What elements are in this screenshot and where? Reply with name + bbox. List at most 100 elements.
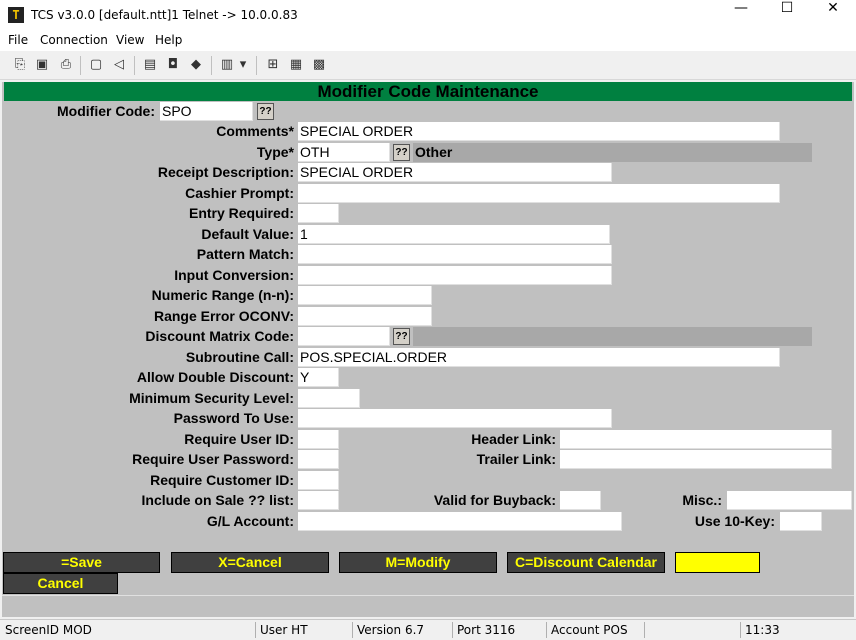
minimum-security-level-field[interactable]	[298, 389, 360, 408]
discount-calendar-button[interactable]: C=Discount Calendar	[507, 552, 665, 573]
menu-help[interactable]: Help	[155, 33, 182, 47]
sound-icon[interactable]: ◁	[110, 56, 128, 74]
require-customer-id-label: Require Customer ID:	[150, 472, 294, 488]
valid-for-buyback-field[interactable]	[560, 491, 601, 510]
print-icon[interactable]: ⎙	[57, 56, 75, 74]
pattern-match-label: Pattern Match:	[196, 246, 294, 262]
require-user-id-label: Require User ID:	[184, 431, 294, 447]
valid-for-buyback-label: Valid for Buyback:	[433, 492, 556, 508]
type-field[interactable]: OTH	[298, 143, 390, 162]
input-conversion-field[interactable]	[298, 266, 612, 285]
input-conversion-label: Input Conversion:	[174, 267, 294, 283]
maximize-button[interactable]: ☐	[764, 0, 810, 31]
allow-double-discount-label: Allow Double Discount:	[136, 369, 294, 385]
menu-connection[interactable]: Connection	[40, 33, 108, 47]
menu-bar: File Connection View Help	[0, 31, 856, 51]
type-description: Other	[413, 143, 812, 162]
status-divider	[740, 622, 741, 638]
status-divider	[255, 622, 256, 638]
modifier-code-lookup-button[interactable]: ??	[257, 103, 274, 120]
page-icon[interactable]: ▥	[218, 56, 236, 74]
type-label: Type*	[256, 144, 294, 160]
minimize-button[interactable]: —	[718, 0, 764, 31]
cancel-button[interactable]: Cancel	[3, 573, 118, 594]
require-customer-id-field[interactable]	[298, 471, 339, 490]
header-link-label: Header Link:	[471, 431, 556, 447]
book-icon[interactable]: ◆	[187, 56, 205, 74]
default-value-label: Default Value:	[201, 226, 294, 242]
chart-icon[interactable]: ▦	[287, 56, 305, 74]
entry-required-field[interactable]	[298, 204, 339, 223]
trailer-link-label: Trailer Link:	[476, 451, 556, 467]
discount-matrix-description	[413, 327, 812, 346]
window-title: TCS v3.0.0 [default.ntt]1 Telnet -> 10.0…	[31, 8, 298, 22]
toolbar-divider	[256, 56, 257, 75]
save-button[interactable]: =Save	[3, 552, 160, 573]
status-version: Version 6.7	[357, 623, 425, 637]
status-port: Port 3116	[457, 623, 516, 637]
page-title: Modifier Code Maintenance	[4, 82, 852, 101]
range-error-oconv-label: Range Error OCONV:	[153, 308, 294, 324]
entry-required-label: Entry Required:	[188, 205, 294, 221]
header-link-field[interactable]	[560, 430, 832, 449]
monitor-icon[interactable]: ◘	[164, 56, 182, 74]
status-divider	[644, 622, 645, 638]
status-bar: ScreenID MOD User HT Version 6.7 Port 31…	[0, 619, 856, 640]
numeric-range-label: Numeric Range (n-n):	[151, 287, 294, 303]
close-button[interactable]: ✕	[810, 0, 856, 31]
discount-matrix-code-label: Discount Matrix Code:	[145, 328, 294, 344]
menu-view[interactable]: View	[116, 33, 144, 47]
divider	[2, 595, 854, 596]
calculator-icon[interactable]: ▩	[310, 56, 328, 74]
range-error-oconv-field[interactable]	[298, 307, 432, 326]
require-user-password-label: Require User Password:	[132, 451, 294, 467]
status-screen-id: ScreenID MOD	[5, 623, 92, 637]
toolbar: ⎘ ▣ ⎙ ▢ ◁ ▤ ◘ ◆ ▥ ▾ ⊞ ▦ ▩	[0, 51, 856, 80]
numeric-range-field[interactable]	[298, 286, 432, 305]
status-divider	[452, 622, 453, 638]
comments-field[interactable]: SPECIAL ORDER	[298, 122, 780, 141]
pattern-match-field[interactable]	[298, 245, 612, 264]
cashier-prompt-field[interactable]	[298, 184, 780, 203]
require-user-id-field[interactable]	[298, 430, 339, 449]
allow-double-discount-field[interactable]: Y	[298, 368, 339, 387]
gl-account-field[interactable]	[298, 512, 622, 531]
modifier-code-field[interactable]: SPO	[160, 102, 253, 121]
subroutine-call-label: Subroutine Call:	[185, 349, 294, 365]
password-to-use-field[interactable]	[298, 409, 612, 428]
comments-label: Comments*	[216, 123, 294, 139]
toolbar-divider	[80, 56, 81, 75]
require-user-password-field[interactable]	[298, 450, 339, 469]
copy-icon[interactable]: ⎘	[11, 56, 29, 74]
toolbar-divider	[134, 56, 135, 75]
include-on-sale-label: Include on Sale ?? list:	[141, 492, 294, 508]
include-on-sale-field[interactable]	[298, 491, 339, 510]
type-lookup-button[interactable]: ??	[393, 144, 410, 161]
receipt-description-label: Receipt Description:	[157, 164, 294, 180]
modify-button[interactable]: M=Modify	[339, 552, 497, 573]
tree-icon[interactable]: ⊞	[264, 56, 282, 74]
use-10-key-field[interactable]	[780, 512, 822, 531]
use-10-key-label: Use 10-Key:	[694, 513, 775, 529]
trailer-link-field[interactable]	[560, 450, 832, 469]
minimum-security-level-label: Minimum Security Level:	[129, 390, 294, 406]
status-account: Account POS	[551, 623, 628, 637]
default-value-field[interactable]: 1	[298, 225, 610, 244]
subroutine-call-field[interactable]: POS.SPECIAL.ORDER	[298, 348, 780, 367]
x-cancel-button[interactable]: X=Cancel	[171, 552, 329, 573]
status-time: 11:33	[745, 623, 780, 637]
discount-matrix-lookup-button[interactable]: ??	[393, 328, 410, 345]
lock-icon[interactable]: ▢	[87, 56, 105, 74]
discount-matrix-code-field[interactable]	[298, 327, 390, 346]
receipt-description-field[interactable]: SPECIAL ORDER	[298, 163, 612, 182]
modifier-code-label: Modifier Code:	[57, 103, 155, 119]
misc-field[interactable]	[727, 491, 852, 510]
save-icon[interactable]: ▣	[33, 56, 51, 74]
status-user: User HT	[260, 623, 308, 637]
properties-icon[interactable]: ▤	[141, 56, 159, 74]
terminal-screen: Modifier Code Maintenance Modifier Code:…	[2, 82, 854, 617]
dropdown-icon[interactable]: ▾	[237, 56, 249, 74]
menu-file[interactable]: File	[8, 33, 28, 47]
toolbar-divider	[211, 56, 212, 75]
highlight-box	[675, 552, 760, 573]
